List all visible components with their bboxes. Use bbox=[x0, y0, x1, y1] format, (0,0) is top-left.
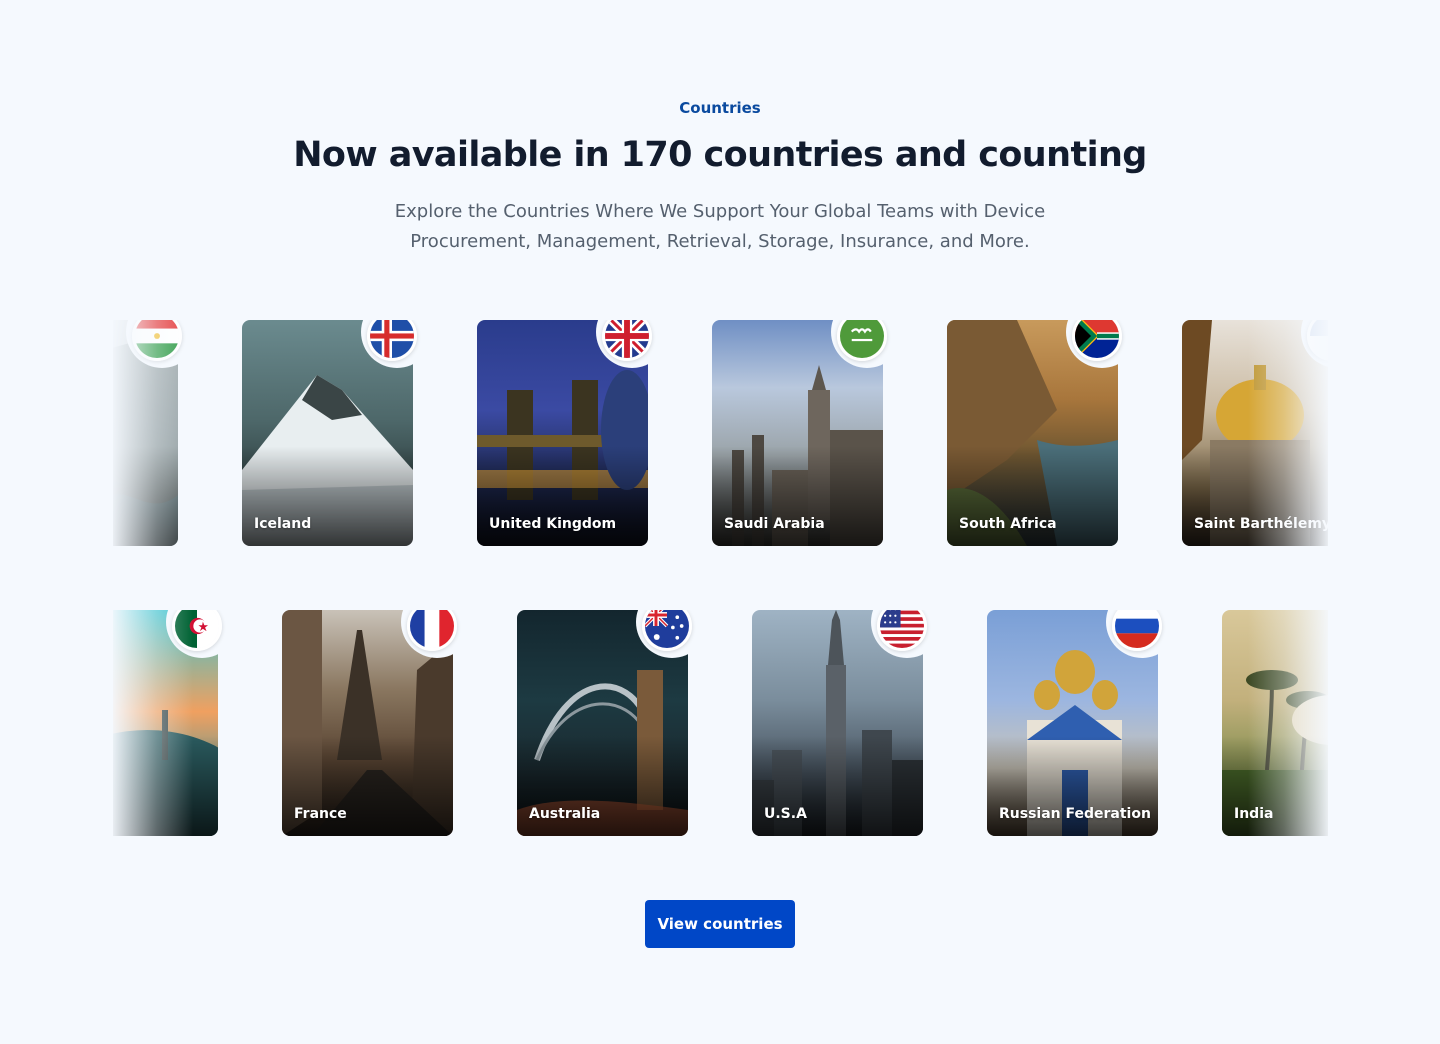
country-card-label: Saudi Arabia bbox=[724, 516, 825, 532]
country-card-label: United Kingdom bbox=[489, 516, 617, 532]
country-card-tajikistan[interactable] bbox=[113, 320, 198, 546]
country-card-label: Saint Barthélemy bbox=[1194, 516, 1328, 532]
country-card-united-kingdom[interactable]: United Kingdom bbox=[477, 320, 668, 546]
country-card-label: France bbox=[294, 806, 347, 822]
country-card-russian-federation[interactable]: Russian Federation bbox=[987, 610, 1178, 836]
country-card-label: India bbox=[1234, 806, 1274, 822]
country-card-usa[interactable]: U.S.A bbox=[752, 610, 943, 836]
country-card-label: U.S.A bbox=[764, 806, 807, 822]
country-card-india[interactable]: India bbox=[1222, 610, 1328, 836]
country-card-label: Australia bbox=[529, 806, 601, 822]
country-card-iceland[interactable]: Iceland bbox=[242, 320, 433, 546]
country-card-label: Russian Federation bbox=[999, 806, 1151, 822]
page-title: Now available in 170 countries and count… bbox=[293, 135, 1147, 175]
eyebrow-label: Countries bbox=[679, 99, 761, 117]
country-card-france[interactable]: France bbox=[282, 610, 473, 836]
country-card-algeria[interactable] bbox=[113, 610, 238, 836]
country-card-saudi-arabia[interactable]: Saudi Arabia bbox=[712, 320, 903, 546]
section-subtitle: Explore the Countries Where We Support Y… bbox=[394, 201, 1046, 252]
country-card-australia[interactable]: Australia bbox=[517, 610, 708, 836]
country-card-label: Iceland bbox=[254, 516, 312, 532]
country-carousel-row-2[interactable]: France Australia U.S.A Russian Federatio… bbox=[113, 610, 1328, 836]
country-card-south-africa[interactable]: South Africa bbox=[947, 320, 1138, 546]
country-carousel-row-1[interactable]: Iceland United Kingdom Saudi Arabia Sout… bbox=[113, 320, 1328, 546]
view-countries-button[interactable]: View countries bbox=[645, 900, 795, 948]
country-card-label: South Africa bbox=[959, 516, 1057, 532]
country-card-saint-barthelemy[interactable]: Saint Barthélemy bbox=[1182, 320, 1328, 546]
